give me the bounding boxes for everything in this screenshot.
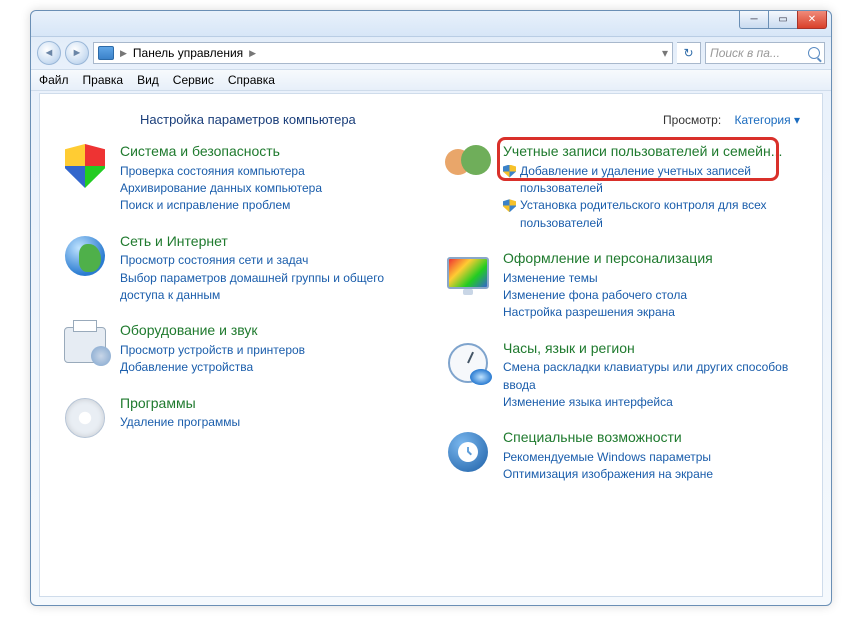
appearance-icon <box>445 250 491 296</box>
category-link-users[interactable]: Учетные записи пользователей и семейн... <box>503 143 800 161</box>
category-link-system[interactable]: Система и безопасность <box>120 143 417 161</box>
content-area: Настройка параметров компьютера Просмотр… <box>39 93 823 597</box>
clock-region-icon <box>445 340 491 386</box>
link-homegroup[interactable]: Выбор параметров домашней группы и общег… <box>120 270 417 305</box>
link-network-status[interactable]: Просмотр состояния сети и задач <box>120 252 417 269</box>
menu-tools[interactable]: Сервис <box>173 73 214 87</box>
link-resolution[interactable]: Настройка разрешения экрана <box>503 304 800 321</box>
forward-button[interactable]: ► <box>65 41 89 65</box>
category-clock: Часы, язык и регион Смена раскладки клав… <box>445 340 800 412</box>
ease-of-access-icon <box>445 429 491 475</box>
link-parental-controls[interactable]: Установка родительского контроля для все… <box>520 197 800 232</box>
category-link-network[interactable]: Сеть и Интернет <box>120 233 417 251</box>
link-theme[interactable]: Изменение темы <box>503 270 800 287</box>
category-hardware: Оборудование и звук Просмотр устройств и… <box>62 322 417 376</box>
breadcrumb-dropdown-icon[interactable]: ▾ <box>662 46 668 60</box>
category-link-programs[interactable]: Программы <box>120 395 417 413</box>
window-controls: ─ ▭ ✕ <box>740 11 827 29</box>
category-link-ease[interactable]: Специальные возможности <box>503 429 800 447</box>
left-column: Система и безопасность Проверка состояни… <box>62 143 417 502</box>
maximize-button[interactable]: ▭ <box>768 11 798 29</box>
close-button[interactable]: ✕ <box>797 11 827 29</box>
link-keyboard-layout[interactable]: Смена раскладки клавиатуры или других сп… <box>503 359 800 394</box>
category-ease: Специальные возможности Рекомендуемые Wi… <box>445 429 800 483</box>
search-placeholder: Поиск в па... <box>710 46 780 60</box>
breadcrumb-sep-icon: ▶ <box>249 48 256 59</box>
window-frame: ─ ▭ ✕ ◄ ► ▶ Панель управления ▶ ▾ ↻ Поис… <box>30 10 832 606</box>
hardware-sound-icon <box>62 322 108 368</box>
view-control: Просмотр: Категория ▾ <box>663 113 800 127</box>
back-button[interactable]: ◄ <box>37 41 61 65</box>
uac-shield-icon <box>503 199 516 212</box>
programs-icon <box>62 395 108 441</box>
breadcrumb-sep-icon: ▶ <box>120 48 127 59</box>
link-backup[interactable]: Архивирование данных компьютера <box>120 180 417 197</box>
menu-view[interactable]: Вид <box>137 73 159 87</box>
category-link-clock[interactable]: Часы, язык и регион <box>503 340 800 358</box>
network-internet-icon <box>62 233 108 279</box>
content-header: Настройка параметров компьютера Просмотр… <box>62 112 800 127</box>
minimize-button[interactable]: ─ <box>739 11 769 29</box>
link-add-device[interactable]: Добавление устройства <box>120 359 417 376</box>
system-security-icon <box>62 143 108 189</box>
menu-edit[interactable]: Правка <box>83 73 124 87</box>
category-link-hardware[interactable]: Оборудование и звук <box>120 322 417 340</box>
category-columns: Система и безопасность Проверка состояни… <box>62 143 800 502</box>
page-title: Настройка параметров компьютера <box>140 112 356 127</box>
refresh-button[interactable]: ↻ <box>677 42 701 64</box>
view-dropdown[interactable]: Категория ▾ <box>735 113 800 127</box>
category-users: Учетные записи пользователей и семейн...… <box>445 143 800 232</box>
link-ui-language[interactable]: Изменение языка интерфейса <box>503 394 800 411</box>
search-input[interactable]: Поиск в па... <box>705 42 825 64</box>
menu-file[interactable]: Файл <box>39 73 69 87</box>
uac-shield-icon <box>503 165 516 178</box>
right-column: Учетные записи пользователей и семейн...… <box>445 143 800 502</box>
link-uninstall[interactable]: Удаление программы <box>120 414 417 431</box>
link-wallpaper[interactable]: Изменение фона рабочего стола <box>503 287 800 304</box>
search-icon <box>808 47 820 59</box>
link-troubleshoot[interactable]: Поиск и исправление проблем <box>120 197 417 214</box>
user-accounts-icon <box>445 143 491 189</box>
category-system: Система и безопасность Проверка состояни… <box>62 143 417 215</box>
breadcrumb-title[interactable]: Панель управления <box>133 46 243 60</box>
control-panel-icon <box>98 46 114 60</box>
link-check-status[interactable]: Проверка состояния компьютера <box>120 163 417 180</box>
category-programs: Программы Удаление программы <box>62 395 417 441</box>
link-optimize-display[interactable]: Оптимизация изображения на экране <box>503 466 800 483</box>
category-appearance: Оформление и персонализация Изменение те… <box>445 250 800 322</box>
link-add-remove-users[interactable]: Добавление и удаление учетных записей по… <box>520 163 800 198</box>
view-label: Просмотр: <box>663 113 721 127</box>
titlebar[interactable]: ─ ▭ ✕ <box>31 11 831 37</box>
menu-help[interactable]: Справка <box>228 73 275 87</box>
category-link-appearance[interactable]: Оформление и персонализация <box>503 250 800 268</box>
link-devices[interactable]: Просмотр устройств и принтеров <box>120 342 417 359</box>
menu-bar: Файл Правка Вид Сервис Справка <box>31 69 831 91</box>
link-recommended-settings[interactable]: Рекомендуемые Windows параметры <box>503 449 800 466</box>
category-network: Сеть и Интернет Просмотр состояния сети … <box>62 233 417 305</box>
address-bar[interactable]: ▶ Панель управления ▶ ▾ <box>93 42 673 64</box>
nav-toolbar: ◄ ► ▶ Панель управления ▶ ▾ ↻ Поиск в па… <box>31 37 831 69</box>
